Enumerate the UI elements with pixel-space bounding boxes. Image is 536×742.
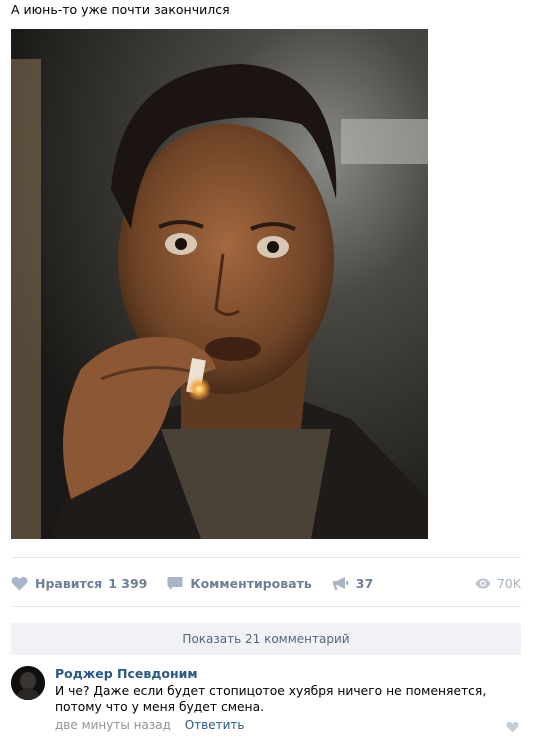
speech-bubble-icon: [167, 576, 183, 590]
post-text: А июнь-то уже почти закончился: [11, 2, 230, 17]
comment-button[interactable]: Комментировать: [167, 575, 312, 591]
avatar[interactable]: [11, 666, 45, 700]
comment-text: И че? Даже если будет стопицотое хуября …: [55, 684, 487, 714]
comment-author[interactable]: Роджер Псевдоним: [55, 666, 198, 681]
comment-meta: две минуты назад Ответить: [55, 718, 244, 732]
share-button[interactable]: 37: [332, 576, 373, 591]
views-count: 70K: [496, 575, 521, 591]
divider: [11, 606, 521, 607]
like-button[interactable]: Нравится 1 399: [11, 576, 147, 591]
eye-icon: [475, 578, 491, 588]
comment-time[interactable]: две минуты назад: [55, 718, 171, 732]
divider: [11, 557, 521, 558]
views-counter: 70K: [475, 576, 521, 591]
heart-icon[interactable]: [506, 721, 519, 733]
reply-link[interactable]: Ответить: [185, 718, 245, 732]
comment-item: Роджер Псевдоним И че? Даже если будет с…: [11, 666, 521, 736]
post-actions: Нравится 1 399 Комментировать 37 70K: [11, 573, 521, 593]
megaphone-icon: [332, 576, 349, 590]
heart-icon: [11, 576, 28, 590]
share-count: 37: [355, 575, 374, 591]
like-label: Нравится: [35, 575, 103, 591]
show-more-comments-button[interactable]: Показать 21 комментарий: [11, 623, 521, 655]
like-count: 1 399: [108, 575, 148, 591]
post-photo[interactable]: [11, 29, 428, 539]
comment-label: Комментировать: [190, 575, 312, 591]
